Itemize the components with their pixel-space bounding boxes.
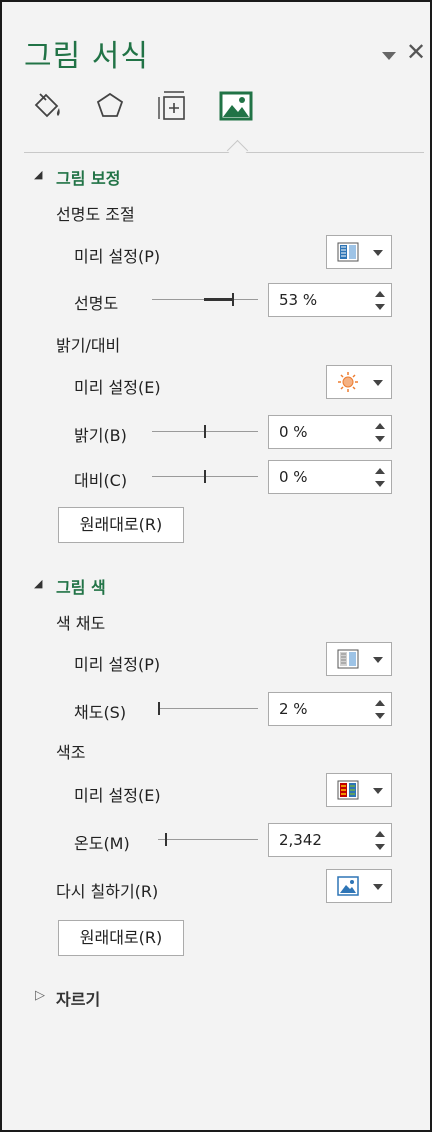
brightness-value[interactable]: 0 % [279, 423, 308, 441]
saturation-spinbox[interactable]: 2 % [268, 692, 392, 726]
recolor-label: 다시 칠하기(R) [56, 882, 159, 901]
spin-down-icon[interactable] [375, 436, 385, 442]
chevron-down-icon [373, 788, 383, 794]
spin-up-icon[interactable] [375, 423, 385, 429]
picture-icon[interactable] [218, 88, 254, 124]
chevron-down-icon [373, 657, 383, 663]
saturation-preset-icon [337, 649, 359, 669]
brightness-contrast-presets-label: 미리 설정(E) [74, 378, 161, 397]
effects-icon[interactable] [92, 88, 128, 124]
corrections-reset-button[interactable]: 원래대로(R) [58, 507, 184, 543]
saturation-value[interactable]: 2 % [279, 700, 308, 718]
saturation-presets-dropdown[interactable] [326, 642, 392, 676]
spin-down-icon[interactable] [375, 844, 385, 850]
format-picture-pane: 그림 서식 ✕ ◢ 그림 보정 선명도 조절 미리 설정(P) 선명도 53 %… [0, 0, 432, 1132]
close-icon[interactable]: ✕ [406, 40, 426, 64]
spin-up-icon[interactable] [375, 291, 385, 297]
sharpen-soften-title: 선명도 조절 [56, 205, 135, 224]
sharpen-preset-icon [337, 242, 359, 262]
brightness-slider-thumb[interactable] [204, 425, 206, 438]
sharpness-spinbox[interactable]: 53 % [268, 283, 392, 317]
collapse-triangle-icon[interactable]: ◢ [34, 168, 42, 181]
spin-down-icon[interactable] [375, 713, 385, 719]
temperature-label: 온도(M) [74, 834, 130, 853]
spin-down-icon[interactable] [375, 481, 385, 487]
tone-presets-dropdown[interactable] [326, 773, 392, 807]
contrast-label: 대비(C) [74, 471, 128, 490]
sharpen-presets-label: 미리 설정(P) [74, 247, 161, 266]
sun-icon [338, 372, 358, 392]
section-header-crop[interactable]: 자르기 [56, 986, 100, 1010]
temperature-spinbox[interactable]: 2,342 [268, 823, 392, 857]
contrast-slider-thumb[interactable] [204, 470, 206, 483]
color-reset-button[interactable]: 원래대로(R) [58, 920, 184, 956]
chevron-down-icon [373, 884, 383, 890]
section-header-corrections[interactable]: 그림 보정 [56, 165, 120, 189]
expand-triangle-icon[interactable]: ▷ [35, 988, 45, 1003]
sharpness-slider-fill [204, 298, 232, 301]
brightness-label: 밝기(B) [74, 426, 127, 445]
brightness-contrast-title: 밝기/대비 [56, 336, 121, 355]
pane-options-dropdown-icon[interactable] [382, 52, 396, 60]
color-tone-preset-icon [337, 780, 359, 800]
section-header-color[interactable]: 그림 색 [56, 574, 106, 598]
saturation-label: 채도(S) [74, 703, 127, 722]
temperature-slider-thumb[interactable] [165, 833, 167, 846]
chevron-down-icon [373, 250, 383, 256]
contrast-spinbox[interactable]: 0 % [268, 460, 392, 494]
size-properties-icon[interactable] [155, 88, 191, 124]
color-tone-title: 색조 [56, 743, 86, 762]
recolor-dropdown[interactable] [326, 869, 392, 903]
temperature-slider-track[interactable] [158, 839, 258, 840]
sharpen-presets-dropdown[interactable] [326, 235, 392, 269]
brightness-spinbox[interactable]: 0 % [268, 415, 392, 449]
sharpness-value[interactable]: 53 % [279, 291, 317, 309]
fill-line-icon[interactable] [30, 88, 66, 124]
tone-presets-label: 미리 설정(E) [74, 786, 161, 805]
spin-up-icon[interactable] [375, 831, 385, 837]
recolor-picture-icon [337, 876, 359, 896]
saturation-slider-track[interactable] [158, 708, 258, 709]
chevron-down-icon [373, 380, 383, 386]
active-tab-caret [226, 139, 249, 162]
pane-title: 그림 서식 [24, 39, 149, 74]
saturation-presets-label: 미리 설정(P) [74, 655, 161, 674]
sharpness-label: 선명도 [74, 294, 119, 313]
temperature-value[interactable]: 2,342 [279, 831, 322, 849]
spin-down-icon[interactable] [375, 304, 385, 310]
saturation-slider-thumb[interactable] [158, 702, 160, 715]
spin-up-icon[interactable] [375, 468, 385, 474]
contrast-value[interactable]: 0 % [279, 468, 308, 486]
brightness-contrast-presets-dropdown[interactable] [326, 365, 392, 399]
sharpness-slider-thumb[interactable] [232, 293, 234, 306]
tab-separator [24, 152, 424, 153]
spin-up-icon[interactable] [375, 700, 385, 706]
color-saturation-title: 색 채도 [56, 614, 106, 633]
collapse-triangle-icon[interactable]: ◢ [34, 577, 42, 590]
